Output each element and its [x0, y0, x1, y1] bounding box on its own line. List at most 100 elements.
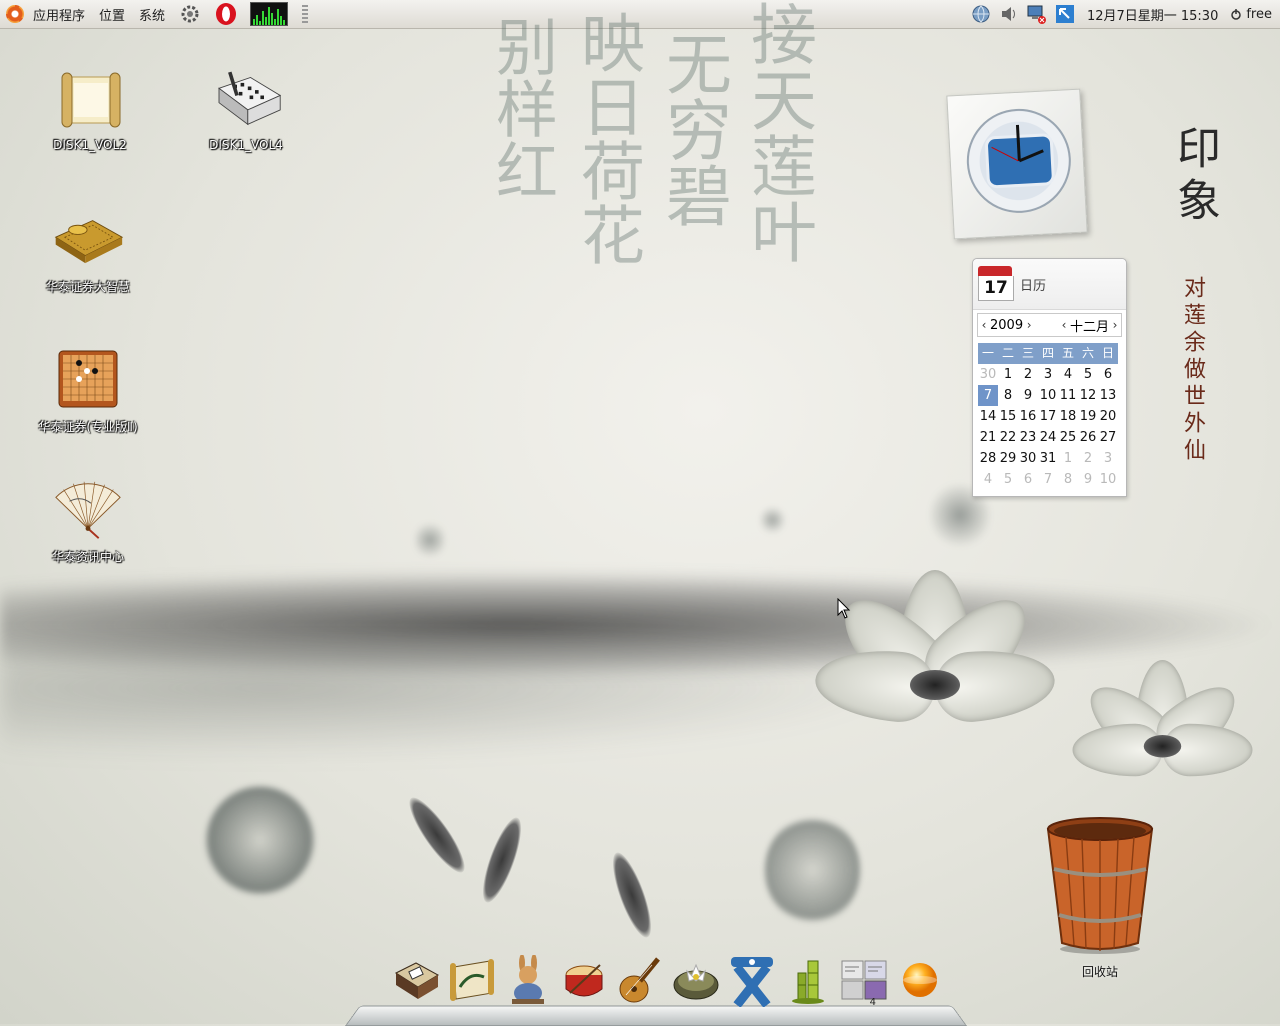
calendar-day[interactable]: 13	[1098, 385, 1118, 406]
calendar-day[interactable]: 29	[998, 448, 1018, 469]
calendar-week-row: 30 1 2 3 4 5 6	[978, 364, 1121, 385]
dock-item-x-tool[interactable]	[726, 952, 778, 1008]
rabbit-figure-icon	[512, 955, 544, 1004]
desktop-icon-disk1-vol4[interactable]: DISK1_VOL4	[176, 64, 316, 152]
dock-item-pipa-lute[interactable]	[614, 952, 666, 1008]
calendar-day[interactable]: 7	[1038, 469, 1058, 490]
desktop-icon-label: DISK1_VOL2	[53, 138, 127, 152]
desktop-icon-label: DISK1_VOL4	[209, 138, 283, 152]
dock-item-workspace-switcher[interactable]: 4	[838, 952, 890, 1008]
ubuntu-logo-icon[interactable]	[6, 5, 24, 23]
weekday-label: 三	[1018, 343, 1038, 364]
prev-year-button[interactable]: ‹	[978, 318, 990, 332]
year-label: 2009	[990, 317, 1024, 333]
calendar-day[interactable]: 2	[1078, 448, 1098, 469]
clock-widget[interactable]	[946, 88, 1088, 240]
user-switcher[interactable]: free	[1226, 7, 1280, 22]
wallpaper-calligraphy: 接天莲叶	[740, 0, 817, 264]
dock-item-orange-orb[interactable]	[894, 952, 946, 1008]
calendar-day[interactable]: 5	[1078, 364, 1098, 385]
calendar-day[interactable]: 26	[1078, 427, 1098, 448]
calendar-day[interactable]: 19	[1078, 406, 1098, 427]
month-nav: ‹ 十二月 ›	[1058, 316, 1121, 335]
calendar-day[interactable]: 23	[1018, 427, 1038, 448]
lotus-bowl-icon	[673, 963, 719, 1000]
calendar-day[interactable]: 14	[978, 406, 998, 427]
panel-drag-handle[interactable]	[302, 5, 309, 23]
workspace-count-badge: 4	[869, 997, 876, 1008]
next-month-button[interactable]: ›	[1109, 318, 1121, 332]
calendar-day[interactable]: 28	[978, 448, 998, 469]
volume-icon[interactable]	[998, 3, 1020, 25]
weekday-label: 日	[1098, 343, 1118, 364]
calendar-day[interactable]: 10	[1038, 385, 1058, 406]
calendar-day[interactable]: 4	[1058, 364, 1078, 385]
system-monitor-icon[interactable]	[250, 2, 289, 26]
calendar-day[interactable]: 15	[998, 406, 1018, 427]
calendar-day[interactable]: 24	[1038, 427, 1058, 448]
calendar-day[interactable]: 9	[1078, 469, 1098, 490]
calendar-day[interactable]: 4	[978, 469, 998, 490]
calendar-day[interactable]: 27	[1098, 427, 1118, 448]
calendar-grid: 一 二 三 四 五 六 日 30 1 2 3 4 5 6 7 8 9 10 11…	[978, 343, 1121, 490]
calendar-day[interactable]: 8	[1058, 469, 1078, 490]
calendar-day[interactable]: 10	[1098, 469, 1118, 490]
dock-item-lotus-bowl[interactable]	[670, 952, 722, 1008]
calendar-day[interactable]: 1	[998, 364, 1018, 385]
calendar-day[interactable]: 3	[1098, 448, 1118, 469]
dock-item-scroll-painting[interactable]	[446, 952, 498, 1008]
menu-system[interactable]: 系统	[132, 0, 172, 29]
dock-item-rabbit-figure[interactable]	[502, 952, 554, 1008]
calendar-week-row: 28 29 30 31 1 2 3	[978, 448, 1121, 469]
dock-item-mahjong-box[interactable]	[390, 952, 442, 1008]
update-arrow-icon[interactable]	[1054, 3, 1076, 25]
calendar-day[interactable]: 12	[1078, 385, 1098, 406]
calendar-day[interactable]: 2	[1018, 364, 1038, 385]
calendar-day[interactable]: 16	[1018, 406, 1038, 427]
calendar-day[interactable]: 31	[1038, 448, 1058, 469]
calendar-day[interactable]: 3	[1038, 364, 1058, 385]
wallpaper-calligraphy: 映日荷花	[570, 10, 644, 266]
opera-browser-icon[interactable]	[214, 2, 238, 26]
calendar-day[interactable]: 30	[1018, 448, 1038, 469]
desktop-icon-huatai-pro[interactable]: 华泰证券(专业版Ⅱ)	[18, 344, 158, 435]
calendar-day[interactable]: 1	[1058, 448, 1078, 469]
menu-applications[interactable]: 应用程序	[26, 0, 92, 29]
x-shaped-tool-icon	[731, 957, 773, 1007]
calendar-day[interactable]: 6	[1098, 364, 1118, 385]
menu-places[interactable]: 位置	[92, 0, 132, 29]
calendar-day-today[interactable]: 7	[978, 385, 998, 406]
calendar-day[interactable]: 22	[998, 427, 1018, 448]
wallpaper-calligraphy: 别样红	[485, 15, 558, 201]
trash-label: 回收站	[1081, 965, 1118, 979]
panel-clock[interactable]: 12月7日星期一 15:30	[1079, 5, 1226, 24]
desktop-icon-huatai-dazhihui[interactable]: 华泰证券大智慧	[18, 204, 158, 295]
next-year-button[interactable]: ›	[1023, 318, 1035, 332]
calendar-day[interactable]: 9	[1018, 385, 1038, 406]
network-globe-icon[interactable]	[970, 3, 992, 25]
drum-icon	[565, 964, 603, 997]
network-disconnected-icon[interactable]	[1026, 3, 1048, 25]
calendar-day[interactable]: 18	[1058, 406, 1078, 427]
settings-gear-launcher-icon[interactable]	[178, 2, 202, 26]
koi-fish	[401, 791, 473, 879]
weekday-header-row: 一 二 三 四 五 六 日	[978, 343, 1121, 364]
weekday-label: 四	[1038, 343, 1058, 364]
calendar-nav: ‹ 2009 › ‹ 十二月 ›	[977, 313, 1122, 337]
calendar-day[interactable]: 11	[1058, 385, 1078, 406]
calendar-day[interactable]: 17	[1038, 406, 1058, 427]
dock-item-bamboo[interactable]	[782, 952, 834, 1008]
prev-month-button[interactable]: ‹	[1058, 318, 1070, 332]
dock-item-drum[interactable]	[558, 952, 610, 1008]
calendar-day[interactable]: 21	[978, 427, 998, 448]
desktop-icon-disk1-vol2[interactable]: DISK1_VOL2	[20, 64, 160, 152]
calendar-day[interactable]: 25	[1058, 427, 1078, 448]
calendar-day[interactable]: 20	[1098, 406, 1118, 427]
desktop-icon-huatai-info[interactable]: 华泰资讯中心	[18, 474, 158, 565]
calendar-day[interactable]: 5	[998, 469, 1018, 490]
go-board-icon	[52, 344, 124, 416]
calendar-day[interactable]: 6	[1018, 469, 1038, 490]
calendar-day[interactable]: 8	[998, 385, 1018, 406]
calendar-day[interactable]: 30	[978, 364, 998, 385]
desktop-icon-trash[interactable]: 回收站	[1030, 815, 1170, 980]
